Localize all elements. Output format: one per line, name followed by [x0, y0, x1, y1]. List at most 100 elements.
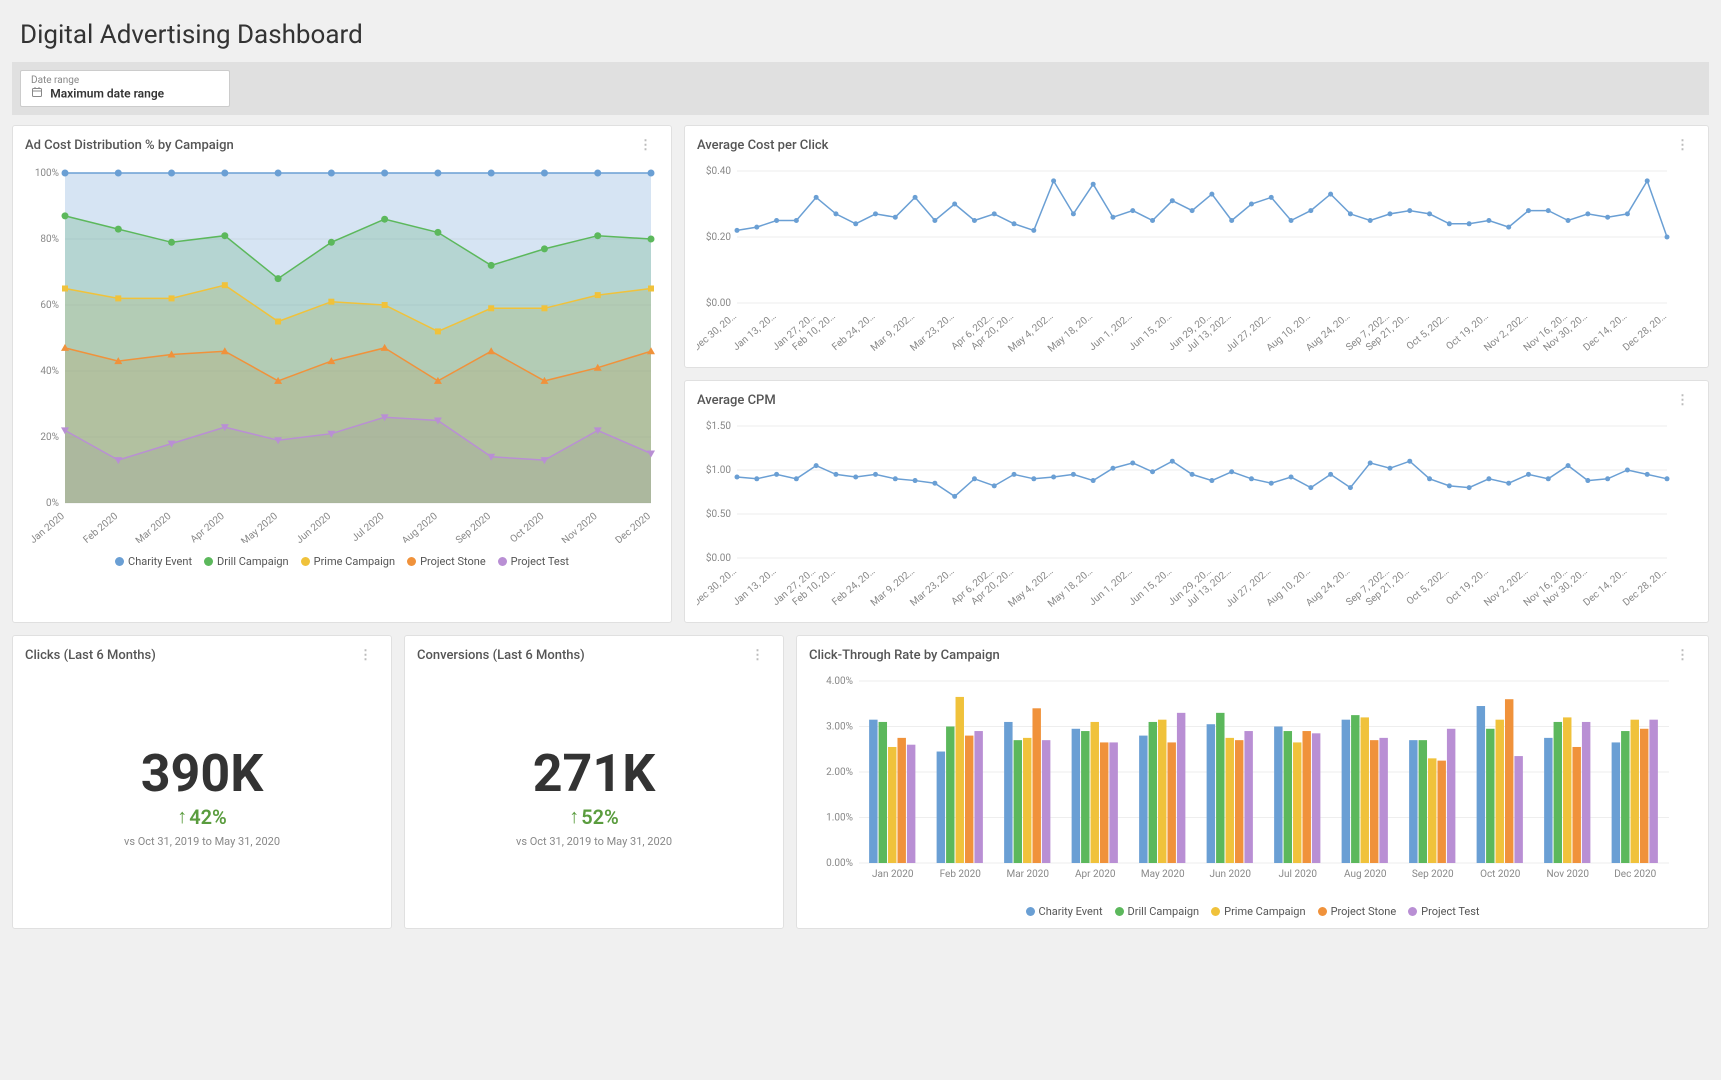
svg-text:Jul 2020: Jul 2020 — [350, 511, 387, 543]
chart-avg-cpm: $0.00$0.50$1.00$1.50Dec 30, 20…Jan 13, 2… — [697, 418, 1677, 608]
svg-text:Apr 2020: Apr 2020 — [1075, 869, 1116, 880]
svg-text:Sep 2020: Sep 2020 — [454, 511, 493, 543]
legend-ctr: Charity Event Drill Campaign Prime Campaig… — [809, 905, 1696, 918]
arrow-up-icon: ↑ — [177, 804, 187, 829]
arrow-up-icon: ↑ — [569, 804, 579, 829]
svg-text:4.00%: 4.00% — [826, 676, 853, 687]
svg-text:$0.00: $0.00 — [706, 551, 731, 564]
kebab-icon[interactable]: ⋮ — [633, 136, 659, 155]
card-title-ad-cost: Ad Cost Distribution % by Campaign — [25, 138, 234, 153]
svg-text:Sep 2020: Sep 2020 — [1412, 869, 1454, 880]
svg-text:Nov 2020: Nov 2020 — [560, 511, 600, 543]
legend-label: Project Stone — [420, 555, 486, 568]
svg-text:3.00%: 3.00% — [826, 722, 853, 733]
legend-label: Prime Campaign — [314, 555, 395, 568]
svg-text:$0.40: $0.40 — [706, 164, 731, 177]
kpi-clicks-change-value: 42% — [189, 805, 227, 829]
svg-text:$1.50: $1.50 — [706, 419, 731, 432]
date-range-value: Maximum date range — [50, 86, 164, 100]
kebab-icon[interactable]: ⋮ — [353, 646, 379, 665]
kebab-icon[interactable]: ⋮ — [1670, 136, 1696, 155]
card-conversions: Conversions (Last 6 Months) ⋮ 271K ↑ 52%… — [404, 635, 784, 929]
legend-item[interactable]: Charity Event — [1026, 905, 1103, 918]
svg-text:Jan 2020: Jan 2020 — [872, 869, 914, 880]
legend-label: Drill Campaign — [217, 555, 289, 568]
svg-text:Aug 2020: Aug 2020 — [400, 511, 440, 543]
legend-dot-icon — [1026, 907, 1035, 916]
calendar-icon — [31, 86, 43, 102]
svg-text:Jun 2020: Jun 2020 — [294, 511, 333, 543]
kpi-clicks-change: ↑ 42% — [177, 804, 227, 829]
date-range-label: Date range — [31, 75, 219, 86]
kpi-conv-change-value: 52% — [581, 805, 619, 829]
legend-dot-icon — [1115, 907, 1124, 916]
svg-text:Dec 28, 20…: Dec 28, 20… — [1621, 566, 1669, 608]
kpi-conv-change: ↑ 52% — [569, 804, 619, 829]
svg-text:$1.00: $1.00 — [706, 463, 731, 476]
legend-item[interactable]: Prime Campaign — [1211, 905, 1305, 918]
svg-text:40%: 40% — [40, 366, 59, 377]
svg-text:Mar 2020: Mar 2020 — [134, 511, 174, 543]
legend-label: Prime Campaign — [1224, 905, 1305, 918]
svg-text:20%: 20% — [40, 432, 59, 443]
legend-item[interactable]: Drill Campaign — [204, 555, 289, 568]
svg-text:0.00%: 0.00% — [826, 858, 853, 869]
svg-text:Aug 2020: Aug 2020 — [1344, 869, 1387, 880]
legend-dot-icon — [498, 557, 507, 566]
svg-text:2.00%: 2.00% — [826, 767, 853, 778]
card-title-ctr: Click-Through Rate by Campaign — [809, 648, 1000, 663]
card-avg-cpm: Average CPM ⋮ $0.00$0.50$1.00$1.50Dec 30… — [684, 380, 1709, 623]
legend-dot-icon — [204, 557, 213, 566]
card-title-avg-cpm: Average CPM — [697, 393, 776, 408]
legend-item[interactable]: Project Stone — [407, 555, 486, 568]
svg-text:80%: 80% — [40, 234, 59, 245]
legend-item[interactable]: Project Stone — [1318, 905, 1397, 918]
legend-label: Project Test — [1421, 905, 1479, 918]
kpi-clicks-value: 390K — [141, 743, 264, 804]
legend-item[interactable]: Drill Campaign — [1115, 905, 1200, 918]
legend-label: Charity Event — [1039, 905, 1103, 918]
svg-text:Mar 23, 20…: Mar 23, 20… — [908, 311, 956, 353]
card-clicks: Clicks (Last 6 Months) ⋮ 390K ↑ 42% vs O… — [12, 635, 392, 929]
card-title-avg-cpc: Average Cost per Click — [697, 138, 828, 153]
svg-text:Jan 2020: Jan 2020 — [28, 511, 67, 543]
kpi-conv-compare: vs Oct 31, 2019 to May 31, 2020 — [516, 835, 672, 848]
kebab-icon[interactable]: ⋮ — [745, 646, 771, 665]
legend-label: Drill Campaign — [1128, 905, 1200, 918]
svg-text:Oct 5, 202…: Oct 5, 202… — [1405, 311, 1452, 353]
svg-text:Oct 5, 202…: Oct 5, 202… — [1405, 566, 1452, 608]
kebab-icon[interactable]: ⋮ — [1670, 391, 1696, 410]
card-ad-cost: Ad Cost Distribution % by Campaign ⋮ 0%2… — [12, 125, 672, 623]
legend-label: Charity Event — [128, 555, 192, 568]
svg-text:60%: 60% — [40, 300, 59, 311]
svg-text:$0.50: $0.50 — [706, 507, 731, 520]
chart-ad-cost: 0%20%40%60%80%100%Jan 2020Feb 2020Mar 20… — [25, 163, 661, 543]
legend-dot-icon — [115, 557, 124, 566]
kpi-clicks-compare: vs Oct 31, 2019 to May 31, 2020 — [124, 835, 280, 848]
svg-text:Dec 2020: Dec 2020 — [1614, 869, 1656, 880]
legend-item[interactable]: Project Test — [1408, 905, 1479, 918]
svg-text:$0.20: $0.20 — [706, 230, 731, 243]
svg-text:Dec 2020: Dec 2020 — [614, 511, 654, 543]
legend-ad-cost: Charity Event Drill Campaign Prime Campaig… — [25, 555, 659, 568]
svg-text:Dec 28, 20…: Dec 28, 20… — [1621, 311, 1669, 353]
legend-dot-icon — [1318, 907, 1327, 916]
svg-text:Jun 2020: Jun 2020 — [1209, 869, 1251, 880]
svg-text:Feb 2020: Feb 2020 — [81, 511, 120, 543]
kpi-conv-value: 271K — [533, 743, 656, 804]
svg-text:$0.00: $0.00 — [706, 296, 731, 309]
card-title-clicks: Clicks (Last 6 Months) — [25, 648, 156, 663]
svg-text:Nov 2020: Nov 2020 — [1546, 869, 1589, 880]
legend-item[interactable]: Project Test — [498, 555, 569, 568]
svg-text:Mar 2020: Mar 2020 — [1006, 869, 1049, 880]
legend-item[interactable]: Prime Campaign — [301, 555, 395, 568]
kebab-icon[interactable]: ⋮ — [1670, 646, 1696, 665]
svg-text:Mar 23, 20…: Mar 23, 20… — [908, 566, 956, 608]
page-title: Digital Advertising Dashboard — [20, 20, 1701, 50]
card-ctr: Click-Through Rate by Campaign ⋮ 0.00%1.… — [796, 635, 1709, 929]
legend-label: Project Stone — [1331, 905, 1397, 918]
svg-text:Apr 2020: Apr 2020 — [189, 511, 227, 543]
svg-text:May 2020: May 2020 — [1141, 869, 1185, 880]
legend-item[interactable]: Charity Event — [115, 555, 192, 568]
date-range-picker[interactable]: Date range Maximum date range — [20, 70, 230, 107]
